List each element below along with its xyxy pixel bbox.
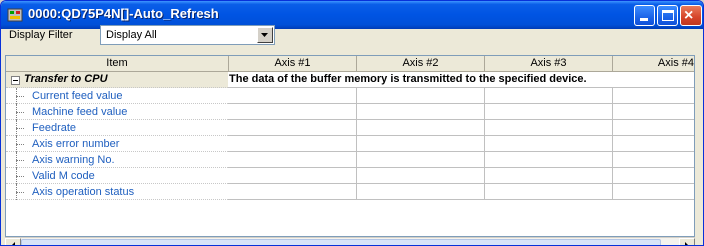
table-row[interactable]: Valid M code: [6, 168, 694, 184]
display-filter-label: Display Filter: [9, 29, 73, 41]
minimize-icon: [640, 18, 648, 21]
item-cell: Valid M code: [6, 168, 228, 184]
minus-box-icon[interactable]: [11, 76, 20, 85]
cell-axis-4[interactable]: [613, 104, 694, 120]
cell-axis-1[interactable]: [228, 184, 357, 200]
arrow-right-icon: [685, 242, 688, 245]
item-cell: Axis warning No.: [6, 152, 228, 168]
dropdown-button[interactable]: [257, 27, 273, 43]
cell-axis-2[interactable]: [357, 136, 485, 152]
close-button[interactable]: ×: [680, 5, 702, 26]
maximize-icon: [662, 10, 674, 21]
cell-axis-3[interactable]: [485, 136, 613, 152]
item-cell: Feedrate: [6, 120, 228, 136]
item-label: Axis operation status: [32, 186, 135, 198]
item-label: Current feed value: [32, 90, 123, 102]
close-icon: ×: [684, 7, 694, 24]
cell-axis-4[interactable]: [613, 168, 694, 184]
item-label: Feedrate: [32, 122, 77, 134]
scroll-thumb[interactable]: [21, 239, 661, 245]
tree-tick: [16, 176, 24, 177]
scroll-left-button[interactable]: [5, 238, 21, 245]
horizontal-scrollbar[interactable]: [5, 237, 695, 245]
item-cell: Current feed value: [6, 88, 228, 104]
tree-tick: [16, 144, 24, 145]
auto-refresh-grid[interactable]: Item Axis #1 Axis #2 Axis #3 Axis #4 Tra…: [5, 55, 695, 237]
column-header-axis-2[interactable]: Axis #2: [357, 56, 485, 72]
group-row[interactable]: Transfer to CPU The data of the buffer m…: [6, 72, 694, 88]
display-filter-select[interactable]: Display All: [100, 25, 275, 45]
tree-tick: [16, 112, 24, 113]
cell-axis-2[interactable]: [357, 184, 485, 200]
tree-tick: [16, 96, 24, 97]
maximize-button[interactable]: [657, 5, 678, 26]
app-icon: [7, 8, 23, 22]
group-label: Transfer to CPU: [24, 73, 108, 85]
table-row[interactable]: Machine feed value: [6, 104, 694, 120]
cell-axis-3[interactable]: [485, 184, 613, 200]
cell-axis-2[interactable]: [357, 104, 485, 120]
cell-axis-3[interactable]: [485, 88, 613, 104]
item-label: Valid M code: [32, 170, 95, 182]
cell-axis-2[interactable]: [357, 120, 485, 136]
cell-axis-2[interactable]: [357, 168, 485, 184]
cell-axis-4[interactable]: [613, 152, 694, 168]
table-row[interactable]: Current feed value: [6, 88, 694, 104]
cell-axis-4[interactable]: [613, 184, 694, 200]
cell-axis-4[interactable]: [613, 136, 694, 152]
tree-tick: [16, 192, 24, 193]
tree-tick: [16, 160, 24, 161]
window: 0000:QD75P4N[]-Auto_Refresh × Display Fi…: [0, 0, 704, 246]
minimize-button[interactable]: [634, 5, 655, 26]
window-title: 0000:QD75P4N[]-Auto_Refresh: [28, 6, 219, 21]
cell-axis-3[interactable]: [485, 152, 613, 168]
table-row[interactable]: Axis warning No.: [6, 152, 694, 168]
scroll-right-button[interactable]: [679, 238, 695, 245]
cell-axis-1[interactable]: [228, 104, 357, 120]
cell-axis-1[interactable]: [228, 88, 357, 104]
cell-axis-1[interactable]: [228, 168, 357, 184]
cell-axis-4[interactable]: [613, 88, 694, 104]
cell-axis-3[interactable]: [485, 104, 613, 120]
group-message: The data of the buffer memory is transmi…: [229, 73, 587, 85]
column-header-item[interactable]: Item: [6, 56, 229, 72]
item-cell: Machine feed value: [6, 104, 228, 120]
cell-axis-2[interactable]: [357, 152, 485, 168]
arrow-left-icon: [12, 242, 15, 245]
cell-axis-2[interactable]: [357, 88, 485, 104]
table-row[interactable]: Axis error number: [6, 136, 694, 152]
item-cell: Axis operation status: [6, 184, 228, 200]
table-row[interactable]: Feedrate: [6, 120, 694, 136]
tree-tick: [16, 128, 24, 129]
cell-axis-3[interactable]: [485, 168, 613, 184]
column-header-axis-4[interactable]: Axis #4: [613, 56, 694, 72]
column-header-axis-1[interactable]: Axis #1: [229, 56, 357, 72]
table-row[interactable]: Axis operation status: [6, 184, 694, 200]
cell-axis-3[interactable]: [485, 120, 613, 136]
column-header-axis-3[interactable]: Axis #3: [485, 56, 613, 72]
item-cell: Axis error number: [6, 136, 228, 152]
cell-axis-1[interactable]: [228, 120, 357, 136]
display-filter-value: Display All: [106, 29, 157, 41]
item-label: Axis error number: [32, 138, 120, 150]
cell-axis-1[interactable]: [228, 136, 357, 152]
group-cell: Transfer to CPU: [6, 72, 228, 88]
item-label: Axis warning No.: [32, 154, 115, 166]
chevron-down-icon: [261, 33, 268, 37]
item-label: Machine feed value: [32, 106, 128, 118]
cell-axis-1[interactable]: [228, 152, 357, 168]
cell-axis-4[interactable]: [613, 120, 694, 136]
